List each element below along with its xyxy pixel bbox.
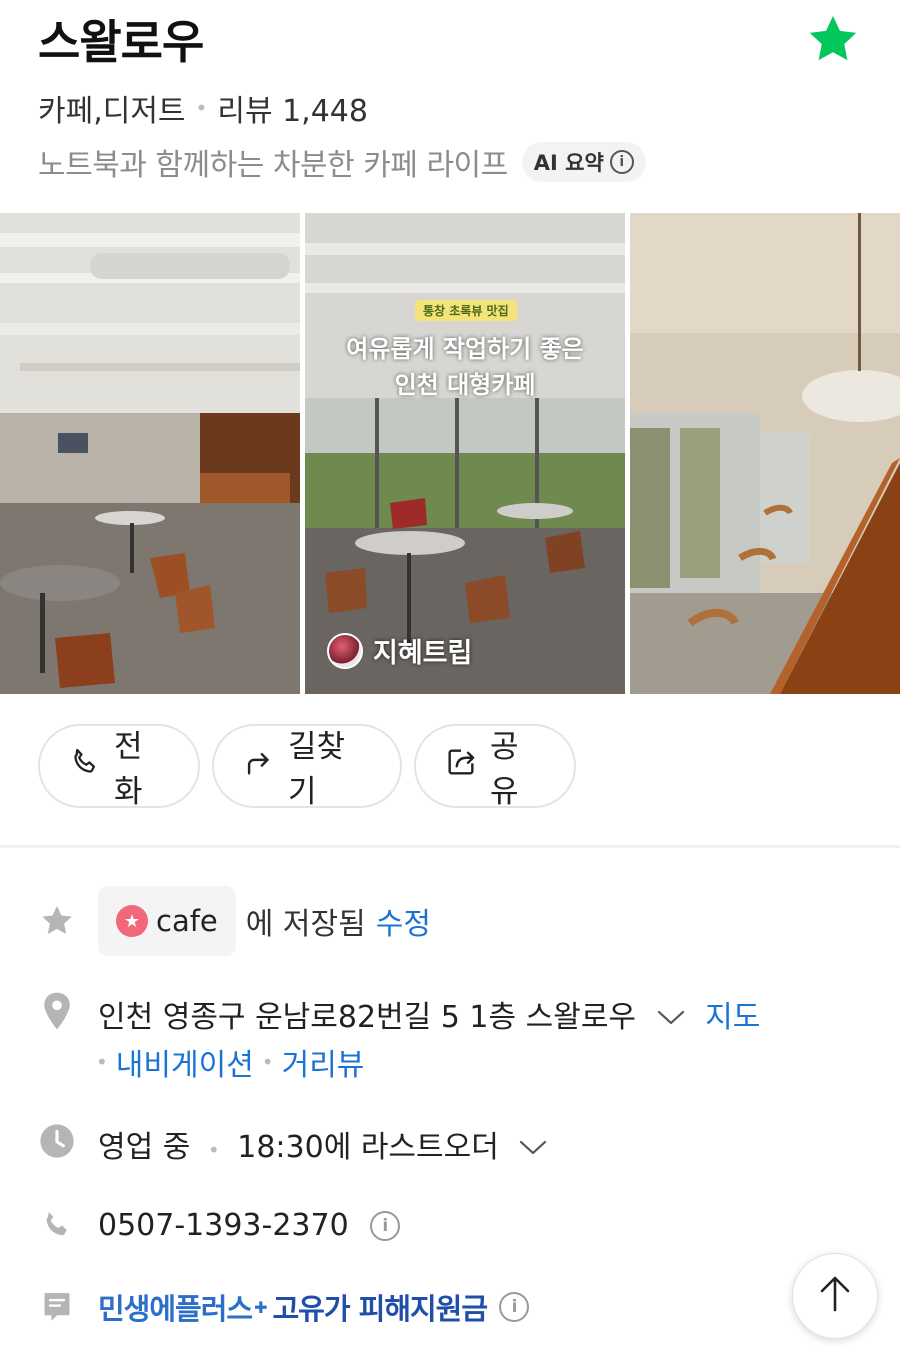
author-avatar [327, 632, 363, 669]
street-view-link[interactable]: 거리뷰 [282, 1040, 365, 1084]
saved-list-chip[interactable]: ★ cafe [98, 886, 236, 956]
address-links: • 내비게이션 • 거리뷰 [96, 1040, 364, 1084]
meta-line: 카페,디저트 • 리뷰 1,448 [38, 86, 368, 130]
notice-icon [38, 1288, 76, 1326]
separator-dot: • [261, 1050, 274, 1074]
call-button[interactable]: 전화 [38, 724, 200, 810]
separator-dot: • [207, 1138, 220, 1162]
promo-brand: 민생에플러스 [98, 1292, 253, 1326]
address-text[interactable]: 인천 영종구 운남로82번길 5 1층 스왈로우 [98, 1000, 636, 1035]
phone-row: 0507-1393-2370 i [38, 1206, 401, 1244]
hours-text[interactable]: 영업 중 • 18:30에 라스트오더 [98, 1122, 558, 1166]
photo-tag: 통창 초록뷰 맛집 [415, 300, 517, 321]
photo-title-line1: 여유롭게 작업하기 좋은 [346, 335, 584, 363]
open-status: 영업 중 [98, 1130, 191, 1165]
chevron-down-icon[interactable] [518, 1131, 548, 1166]
phone-icon [68, 745, 114, 787]
info-icon[interactable]: i [499, 1292, 530, 1322]
phone-number-line: 0507-1393-2370 i [98, 1208, 401, 1243]
place-description: 노트북과 함께하는 차분한 카페 라이프 [38, 148, 508, 183]
place-name: 스왈로우 [38, 15, 204, 69]
photo-cafe-interior-3[interactable] [630, 213, 900, 694]
directions-button-label: 길찾기 [288, 729, 346, 810]
share-icon [444, 745, 490, 787]
directions-button[interactable]: 길찾기 [212, 724, 402, 810]
phone-icon [38, 1206, 76, 1244]
location-pin-icon [38, 992, 76, 1030]
photo-author[interactable]: 지혜트립 [327, 631, 472, 670]
share-button-label: 공유 [490, 729, 519, 810]
section-divider [0, 845, 900, 848]
saved-row: ★ cafe 에 저장됨 수정 [38, 886, 431, 956]
favorite-star-icon[interactable] [806, 12, 860, 66]
ai-summary-label: AI 요약 [533, 151, 604, 175]
description-line: 노트북과 함께하는 차분한 카페 라이프 AI 요약 i [38, 140, 646, 184]
photo-cafe-interior-2[interactable]: 통창 초록뷰 맛집 여유롭게 작업하기 좋은 인천 대형카페 지혜트립 [305, 213, 625, 694]
chevron-down-icon[interactable] [656, 1001, 686, 1036]
saved-status-text: 에 저장됨 [245, 907, 366, 942]
separator-dot: • [195, 96, 208, 120]
info-icon: i [609, 150, 634, 174]
ai-summary-badge[interactable]: AI 요약 i [521, 142, 646, 182]
saved-list-star-icon: ★ [116, 905, 148, 937]
category-label: 카페,디저트 [38, 94, 186, 129]
route-arrow-icon [242, 745, 288, 787]
address-line: 인천 영종구 운남로82번길 5 1층 스왈로우 지도 [98, 992, 760, 1036]
arrow-up-icon [817, 1274, 853, 1318]
scroll-to-top-button[interactable] [792, 1253, 878, 1339]
promo-row: 민생에플러스 ✚ 고유가 피해지원금 i [38, 1286, 530, 1328]
photo-title: 여유롭게 작업하기 좋은 인천 대형카페 [305, 331, 625, 403]
promo-banner[interactable]: 민생에플러스 ✚ 고유가 피해지원금 i [98, 1286, 530, 1328]
review-count[interactable]: 리뷰 1,448 [217, 86, 368, 130]
clock-icon [38, 1122, 76, 1160]
edit-saved-link[interactable]: 수정 [376, 899, 431, 943]
info-icon[interactable]: i [370, 1211, 401, 1241]
star-icon [38, 902, 76, 940]
separator-dot: • [96, 1050, 108, 1074]
phone-number[interactable]: 0507-1393-2370 [98, 1208, 349, 1243]
address-row: 인천 영종구 운남로82번길 5 1층 스왈로우 지도 [38, 992, 760, 1036]
place-header: 스왈로우 카페,디저트 • 리뷰 1,448 노트북과 함께하는 차분한 카페 … [0, 0, 900, 200]
photo-title-line2: 인천 대형카페 [394, 371, 536, 399]
author-name: 지혜트립 [373, 638, 473, 669]
hours-row: 영업 중 • 18:30에 라스트오더 [38, 1122, 558, 1166]
map-link[interactable]: 지도 [705, 1000, 760, 1035]
promo-subsidy: 고유가 피해지원금 [272, 1292, 489, 1326]
plus-badge-icon: ✚ [254, 1297, 267, 1317]
saved-list-name: cafe [156, 904, 218, 938]
photo-cafe-interior-1[interactable] [0, 213, 300, 694]
photo-strip: 통창 초록뷰 맛집 여유롭게 작업하기 좋은 인천 대형카페 지혜트립 [0, 213, 900, 694]
last-order-time: 18:30에 라스트오더 [237, 1130, 499, 1165]
navigation-link[interactable]: 내비게이션 [116, 1040, 254, 1084]
action-buttons: 전화 길찾기 공유 [38, 724, 576, 810]
call-button-label: 전화 [114, 729, 143, 810]
share-button[interactable]: 공유 [414, 724, 576, 810]
